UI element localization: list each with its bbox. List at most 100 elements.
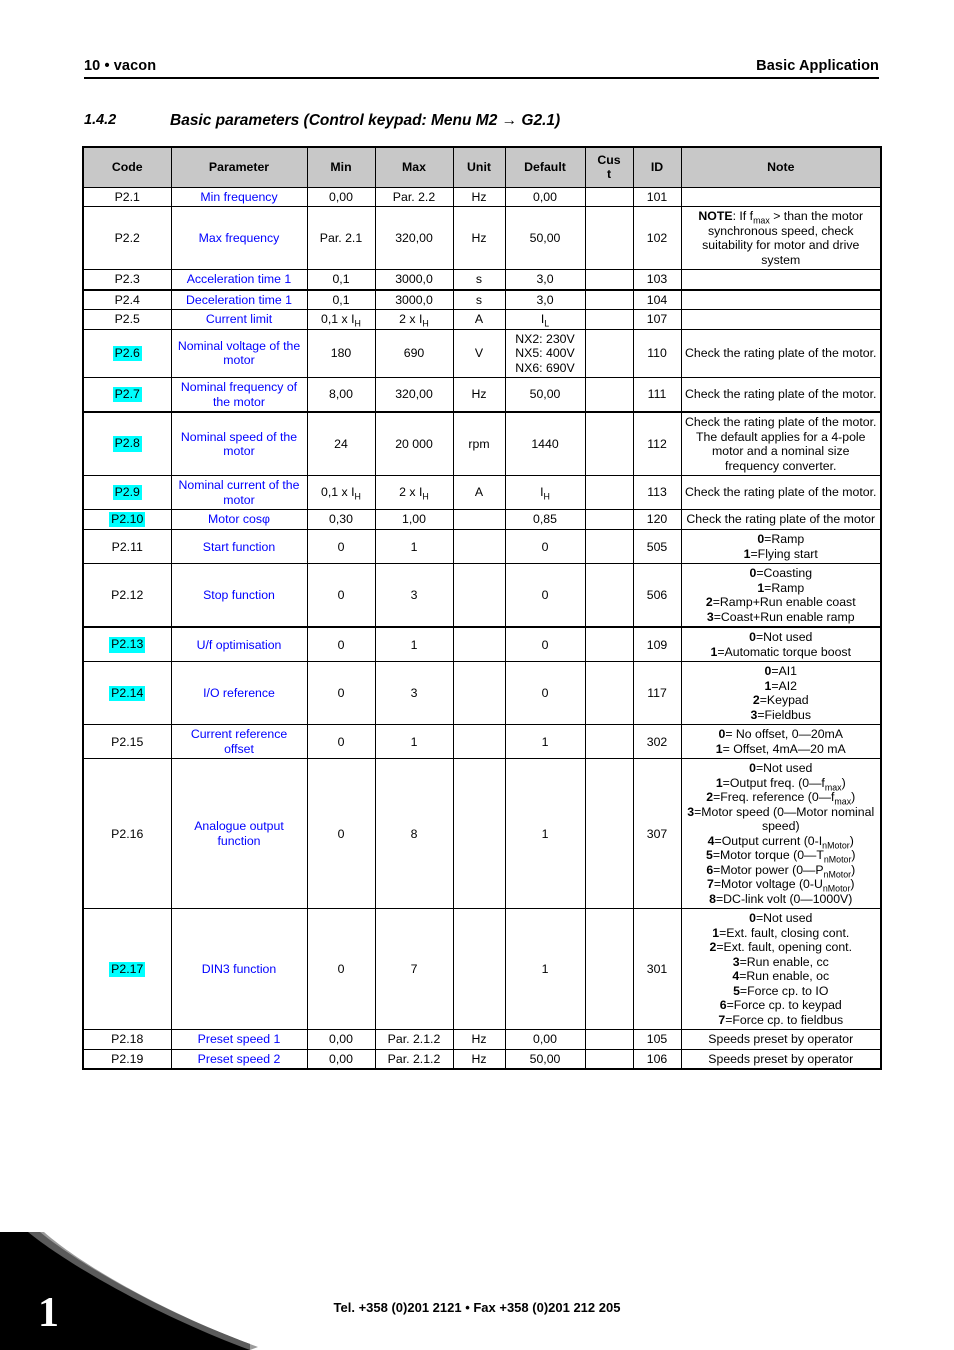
section-heading: 1.4.2 Basic parameters (Control keypad: … [84,112,879,130]
table-row: P2.1 Min frequency 0,00 Par. 2.2 Hz 0,00 101 [82,186,882,207]
cell-id: 101 [632,186,682,207]
cell-max: 1,00 [374,508,454,531]
cell-parameter: Motor cosφ [170,508,308,531]
cell-min: 0 [306,529,376,565]
cell-default: NX2: 230V NX5: 400V NX6: 690V [504,328,586,378]
cell-default: 50,00 [504,377,586,413]
table-row: P2.11 Start function 0 1 0 505 0=Ramp 1=Flying … [82,529,882,565]
cell-parameter: Max frequency [170,206,308,270]
cell-code: P2.19 [82,1048,172,1070]
cell-id: 307 [632,758,682,910]
cell-max: Par. 2.2 [374,186,454,207]
cell-note: Speeds preset by operator [680,1048,882,1070]
cell-cust [584,529,634,565]
cell-note: Check the rating plate of the motor. [680,377,882,413]
cell-default: 50,00 [504,1048,586,1070]
cell-max: 2 x IH [374,475,454,510]
code-highlight: P2.17 [109,961,146,978]
cell-max: 3000,0 [374,289,454,310]
col-header-id: ID [632,146,682,188]
cell-code: P2.6 [82,328,172,378]
cell-unit [452,661,506,726]
cell-parameter: Nominal frequency of the motor [170,377,308,413]
cell-max: 1 [374,724,454,760]
cell-min: 0,1 x IH [306,309,376,330]
cell-min: 0 [306,758,376,910]
cell-parameter: DIN3 function [170,908,308,1031]
cell-note: Check the rating plate of the motor [680,508,882,531]
cell-code: P2.1 [82,186,172,207]
cell-note: 0=Not used 1=Automatic torque boost [680,626,882,663]
cell-code: P2.11 [82,529,172,565]
cell-unit: Hz [452,1029,506,1050]
cell-unit: Hz [452,186,506,207]
cell-default: 0,00 [504,186,586,207]
cell-note: 0= No offset, 0—20mA 1= Offset, 4mA—20 mA [680,724,882,760]
footer-contact: Tel. +358 (0)201 2121 • Fax +358 (0)201 … [333,1300,621,1315]
col-header-code: Code [82,146,172,188]
cell-default: 3,0 [504,269,586,291]
cell-default: 1 [504,908,586,1031]
cell-id: 112 [632,411,682,476]
cell-code: P2.4 [82,289,172,310]
page-header-right: Basic Application [756,58,879,74]
cell-unit: rpm [452,411,506,476]
cell-min: 0,1 [306,269,376,291]
cell-id: 110 [632,328,682,378]
cell-parameter: Min frequency [170,186,308,207]
cell-min: 0,30 [306,508,376,531]
col-header-unit: Unit [452,146,506,188]
cell-max: 3000,0 [374,269,454,291]
cell-code: P2.5 [82,309,172,330]
col-header-cust: Cus t [584,146,634,188]
cell-min: 0,1 [306,289,376,310]
cell-code: P2.7 [82,377,172,413]
cell-note: 0=AI1 1=AI2 2=Keypad 3=Fieldbus [680,661,882,726]
cell-max: 3 [374,661,454,726]
cell-id: 104 [632,289,682,310]
col-header-default: Default [504,146,586,188]
cell-note [680,309,882,330]
cell-min: 180 [306,328,376,378]
section-number: 1.4.2 [84,112,117,128]
table-row: P2.16 Analogue output function 0 8 1 307 0=Not… [82,758,882,910]
cell-min: 24 [306,411,376,476]
cell-id: 106 [632,1048,682,1070]
cell-unit: Hz [452,1048,506,1070]
cell-parameter: Preset speed 2 [170,1048,308,1070]
cell-code: P2.10 [82,508,172,531]
cell-id: 109 [632,626,682,663]
cell-default: 50,00 [504,206,586,270]
cell-cust [584,411,634,476]
cell-parameter: Start function [170,529,308,565]
table-row: P2.18 Preset speed 1 0,00 Par. 2.1.2 Hz 0,00 1… [82,1029,882,1050]
cell-code: P2.2 [82,206,172,270]
table-header-row: Code Parameter Min Max Unit Default Cus t… [82,146,882,188]
table-row: P2.14 I/O reference 0 3 0 117 0=AI1 1=AI2 2=Keyp… [82,661,882,726]
cell-cust [584,724,634,760]
cell-min: 0 [306,563,376,629]
cell-parameter: Deceleration time 1 [170,289,308,310]
cell-cust [584,475,634,510]
cell-parameter: Nominal speed of the motor [170,411,308,476]
cell-unit [452,758,506,910]
cell-note: NOTE: If fmax > than the motor synchrono… [680,206,882,270]
cell-max: 3 [374,563,454,629]
page-header: 10 • vacon Basic Application [84,58,879,79]
table-row: P2.17 DIN3 function 0 7 1 301 0=Not used 1=Ext.… [82,908,882,1031]
cell-code: P2.14 [82,661,172,726]
cell-max: 8 [374,758,454,910]
cell-max: 320,00 [374,206,454,270]
cell-unit: s [452,289,506,310]
cell-id: 102 [632,206,682,270]
cell-code: P2.18 [82,1029,172,1050]
cell-code: P2.16 [82,758,172,910]
table-row: P2.8 Nominal speed of the motor 24 20 000 rp… [82,411,882,476]
table-row: P2.3 Acceleration time 1 0,1 3000,0 s 3,0 103 [82,269,882,291]
col-header-max: Max [374,146,454,188]
cell-max: 7 [374,908,454,1031]
cell-note: Check the rating plate of the motor. The … [680,411,882,476]
cell-note: Check the rating plate of the motor. [680,328,882,378]
cell-cust [584,508,634,531]
cell-parameter: Analogue output function [170,758,308,910]
